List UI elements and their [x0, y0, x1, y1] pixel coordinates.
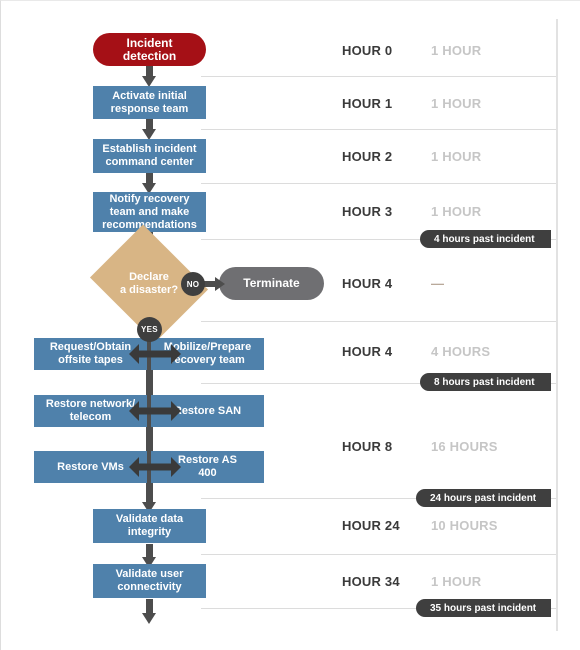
timeline-vertical-rule — [556, 19, 558, 631]
branch-badge-yes[interactable]: YES — [137, 317, 162, 342]
duration-label: 1 HOUR — [431, 96, 482, 111]
row-separator — [201, 554, 556, 555]
duration-label: 4 HOURS — [431, 344, 491, 359]
hour-label: HOUR 4 — [342, 276, 393, 291]
node-activate-initial-response-team[interactable]: Activate initial response team — [93, 86, 206, 119]
duration-label: 10 HOURS — [431, 518, 498, 533]
node-incident-detection[interactable]: Incident detection — [93, 33, 206, 66]
node-validate-data-integrity[interactable]: Validate data integrity — [93, 509, 206, 543]
duration-label: — — [431, 276, 445, 291]
node-validate-user-connectivity[interactable]: Validate user connectivity — [93, 564, 206, 598]
hour-label: HOUR 4 — [342, 344, 393, 359]
bidirectional-arrow-row-2 — [129, 401, 181, 421]
flowchart-canvas: Incident detection Activate initial respo… — [0, 0, 580, 650]
node-establish-incident-command-center[interactable]: Establish incident command center — [93, 139, 206, 173]
hour-label: HOUR 24 — [342, 518, 400, 533]
hour-label: HOUR 34 — [342, 574, 400, 589]
hour-label: HOUR 1 — [342, 96, 393, 111]
duration-label: 1 HOUR — [431, 574, 482, 589]
connector-flow-end — [142, 599, 157, 625]
duration-label: 1 HOUR — [431, 149, 482, 164]
milestone-pill: 4 hours past incident — [420, 230, 551, 248]
node-terminate[interactable]: Terminate — [219, 267, 324, 300]
row-separator — [201, 321, 556, 322]
connector-start-to-activate — [142, 64, 157, 87]
hour-label: HOUR 3 — [342, 204, 393, 219]
milestone-pill: 35 hours past incident — [416, 599, 551, 617]
row-separator — [201, 183, 556, 184]
duration-label: 16 HOURS — [431, 439, 498, 454]
hour-label: HOUR 8 — [342, 439, 393, 454]
row-separator — [201, 129, 556, 130]
milestone-pill: 8 hours past incident — [420, 373, 551, 391]
bidirectional-arrow-row-1 — [129, 344, 181, 364]
duration-label: 1 HOUR — [431, 204, 482, 219]
hour-label: HOUR 0 — [342, 43, 393, 58]
bidirectional-arrow-row-3 — [129, 457, 181, 477]
duration-label: 1 HOUR — [431, 43, 482, 58]
connector-command-to-notify — [142, 171, 157, 194]
milestone-pill: 24 hours past incident — [416, 489, 551, 507]
connector-activate-to-command — [142, 117, 157, 140]
row-separator — [201, 76, 556, 77]
hour-label: HOUR 2 — [342, 149, 393, 164]
node-notify-recovery-team[interactable]: Notify recovery team and make recommendati… — [93, 192, 206, 232]
branch-badge-no[interactable]: NO — [181, 272, 205, 296]
